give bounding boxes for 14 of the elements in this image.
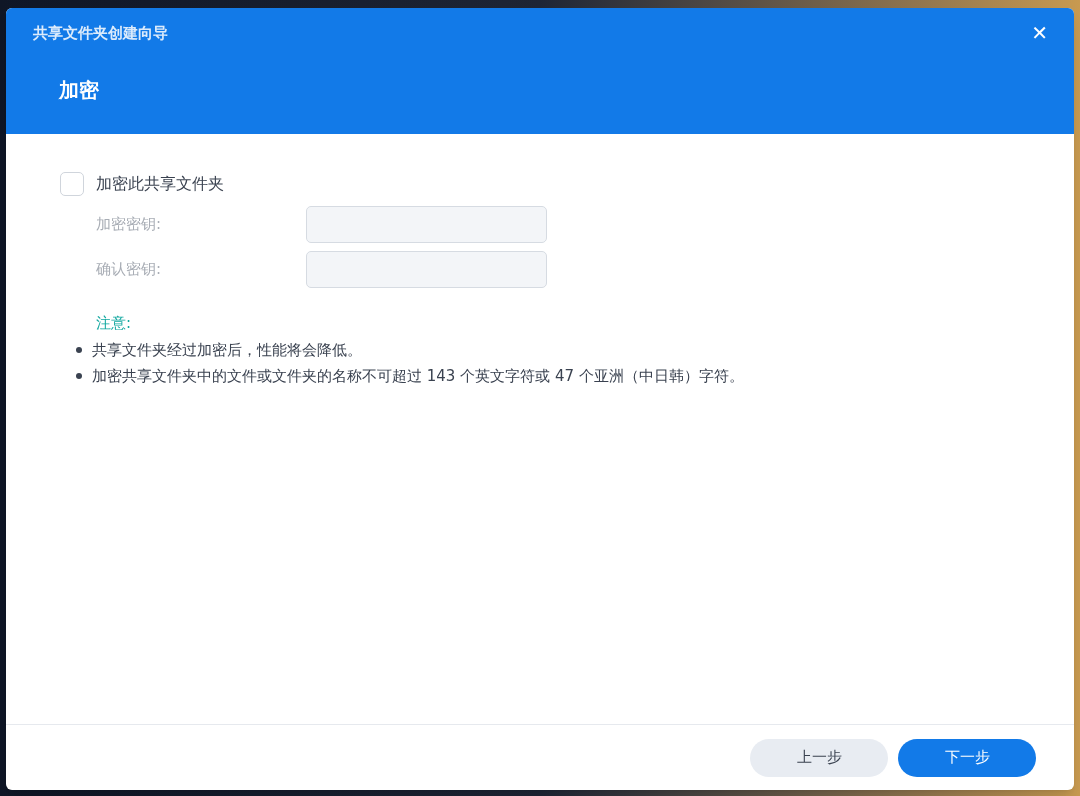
- note-text: 加密共享文件夹中的文件或文件夹的名称不可超过 143 个英文字符或 47 个亚洲（中日韩）字符。: [92, 366, 744, 387]
- window-title: 共享文件夹创建向导: [33, 23, 168, 44]
- close-button[interactable]: ✕: [1031, 23, 1048, 44]
- step-title: 加密: [58, 76, 100, 104]
- bullet-icon: [76, 346, 82, 353]
- back-button[interactable]: 上一步: [750, 738, 888, 777]
- field-label: 加密密钥:: [96, 214, 163, 236]
- next-button[interactable]: 下一步: [898, 738, 1036, 777]
- field-label: 确认密钥:: [96, 259, 163, 281]
- bullet-icon: [76, 373, 82, 380]
- note-title: 注意:: [96, 313, 133, 334]
- checkbox[interactable]: [60, 172, 84, 196]
- checkbox-label[interactable]: 加密此共享文件夹: [96, 172, 224, 196]
- note-text: 共享文件夹经过加密后，性能将会降低。: [92, 339, 362, 361]
